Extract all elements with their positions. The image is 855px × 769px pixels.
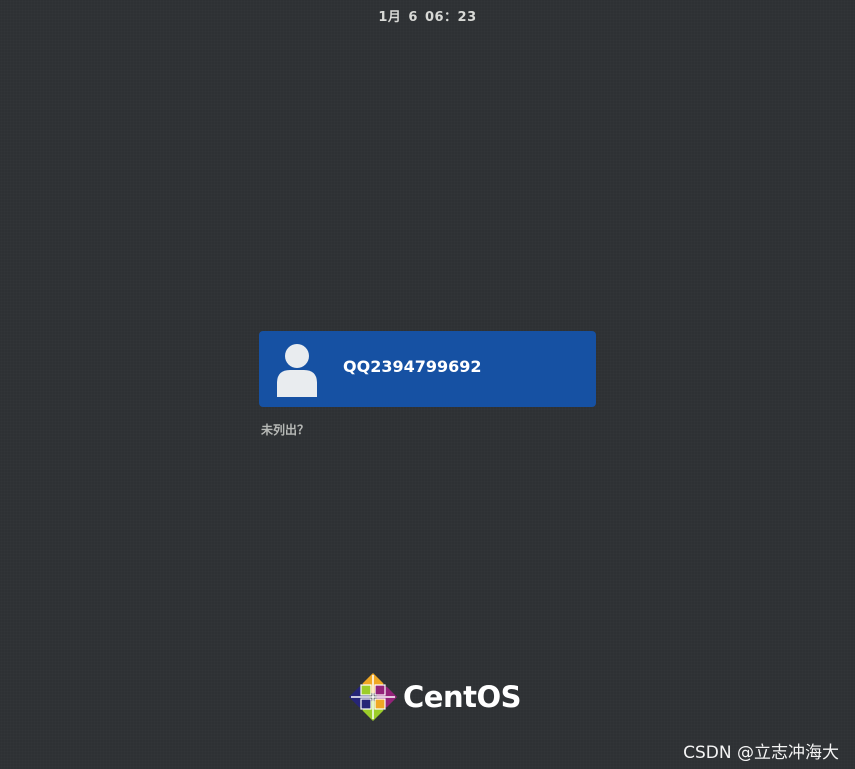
centos-logo-icon xyxy=(348,672,398,722)
user-list-item[interactable]: QQ2394799692 xyxy=(259,331,596,407)
centos-branding: CentOS xyxy=(348,672,522,722)
user-avatar-icon xyxy=(277,344,317,397)
top-bar: 1月 6 06：23 xyxy=(0,0,855,28)
centos-wordmark: CentOS xyxy=(403,680,522,714)
watermark: CSDN @立志冲海大 xyxy=(683,743,839,763)
not-listed-link[interactable]: 未列出？ xyxy=(261,421,309,438)
clock[interactable]: 1月 6 06：23 xyxy=(0,6,855,25)
user-name: QQ2394799692 xyxy=(343,357,482,376)
